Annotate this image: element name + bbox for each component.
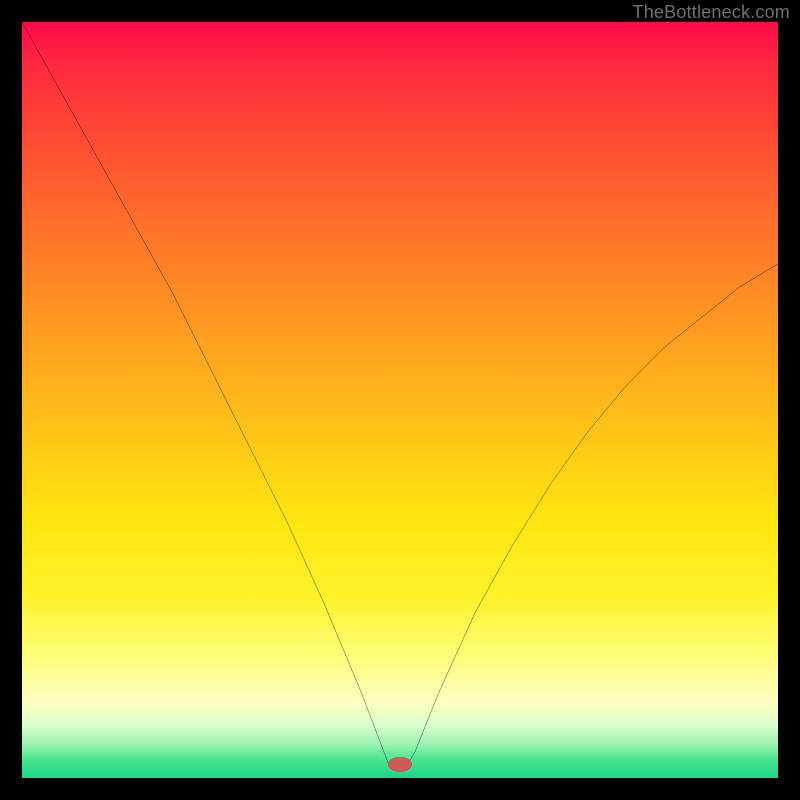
plot-svg [22, 22, 778, 778]
chart-frame: TheBottleneck.com [0, 0, 800, 800]
bottleneck-curve [22, 22, 778, 764]
optimal-marker [388, 757, 412, 772]
plot-area [22, 22, 778, 778]
watermark-label: TheBottleneck.com [633, 2, 790, 23]
